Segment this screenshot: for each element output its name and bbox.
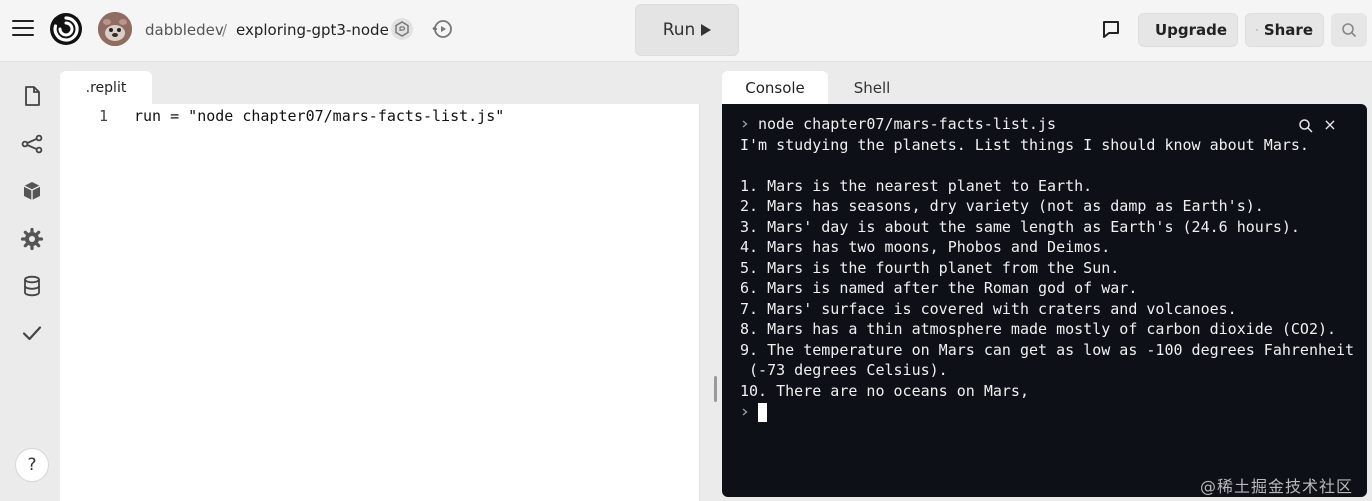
- left-rail: [0, 62, 60, 501]
- code-line: 1 run = "node chapter07/mars-facts-list.…: [60, 104, 700, 128]
- share-button[interactable]: Share: [1245, 13, 1324, 47]
- nodejs-language-icon[interactable]: [390, 17, 414, 41]
- breadcrumb-repl-name[interactable]: exploring-gpt3-node: [236, 20, 389, 40]
- tab-shell[interactable]: Shell: [832, 71, 912, 105]
- run-button[interactable]: Run: [635, 4, 739, 56]
- code-editor[interactable]: 1 run = "node chapter07/mars-facts-list.…: [60, 104, 700, 501]
- console-output-line: 4. Mars has two moons, Phobos and Deimos…: [740, 238, 1111, 256]
- line-code[interactable]: run = "node chapter07/mars-facts-list.js…: [134, 104, 504, 128]
- editor-tab-label: .replit: [85, 80, 127, 96]
- breadcrumb-username[interactable]: dabbledev: [145, 20, 224, 40]
- help-label: ?: [27, 455, 37, 475]
- prompt-chevron-icon: [742, 408, 748, 416]
- add-user-icon: [1256, 29, 1258, 31]
- search-icon: [1342, 23, 1357, 38]
- prompt-chevron-icon: [742, 120, 748, 128]
- tab-console-label: Console: [745, 79, 805, 97]
- pane-resize-handle[interactable]: [714, 376, 717, 402]
- share-label: Share: [1263, 21, 1313, 39]
- menu-icon[interactable]: [12, 20, 34, 38]
- avatar[interactable]: [98, 12, 132, 46]
- console-output-line: 5. Mars is the fourth planet from the Su…: [740, 259, 1120, 277]
- upgrade-button[interactable]: Upgrade: [1138, 13, 1238, 47]
- watermark: @稀土掘金技术社区: [1200, 477, 1354, 496]
- console-output-line: 10. There are no oceans on Mars,: [740, 382, 1029, 400]
- console-command: node chapter07/mars-facts-list.js: [758, 115, 1057, 133]
- history-icon[interactable]: [430, 17, 454, 41]
- console-output-line: 9. The temperature on Mars can get as lo…: [740, 341, 1355, 359]
- console-output-line: (-73 degrees Celsius).: [740, 361, 948, 379]
- console-close-icon[interactable]: ×: [1322, 116, 1338, 134]
- console-output-line: 1. Mars is the nearest planet to Earth.: [740, 177, 1093, 195]
- files-icon[interactable]: [20, 84, 44, 108]
- play-icon: [701, 24, 712, 36]
- upgrade-label: Upgrade: [1155, 21, 1228, 39]
- breadcrumb-separator: /: [222, 21, 228, 39]
- search-button[interactable]: [1331, 13, 1367, 47]
- line-number: 1: [98, 107, 108, 125]
- tab-console[interactable]: Console: [722, 71, 828, 105]
- packages-icon[interactable]: [20, 179, 44, 203]
- editor-tab-replit[interactable]: .replit: [60, 71, 152, 105]
- database-icon[interactable]: [20, 274, 44, 298]
- top-bar: dabbledev / exploring-gpt3-node Run Upgr…: [0, 0, 1372, 62]
- git-icon[interactable]: [20, 132, 44, 156]
- console-panel[interactable]: node chapter07/mars-facts-list.js × I'm …: [722, 104, 1367, 497]
- console-output-line: 7. Mars' surface is covered with craters…: [740, 300, 1237, 318]
- console-output-line: 3. Mars' day is about the same length as…: [740, 218, 1300, 236]
- console-output-line: 8. Mars has a thin atmosphere made mostl…: [740, 320, 1337, 338]
- run-button-label: Run: [662, 20, 696, 40]
- check-icon[interactable]: [20, 321, 44, 345]
- help-button[interactable]: ?: [15, 448, 49, 482]
- terminal-cursor: [758, 403, 767, 422]
- chat-icon[interactable]: [1100, 18, 1122, 40]
- console-output-line: I'm studying the planets. List things I …: [740, 136, 1309, 154]
- console-output-line: 2. Mars has seasons, dry variety (not as…: [740, 197, 1264, 215]
- console-search-icon[interactable]: [1298, 118, 1314, 134]
- replit-logo-icon[interactable]: [49, 12, 83, 46]
- tab-shell-label: Shell: [853, 79, 891, 97]
- console-output-line: 6. Mars is named after the Roman god of …: [740, 279, 1138, 297]
- settings-icon[interactable]: [20, 227, 44, 251]
